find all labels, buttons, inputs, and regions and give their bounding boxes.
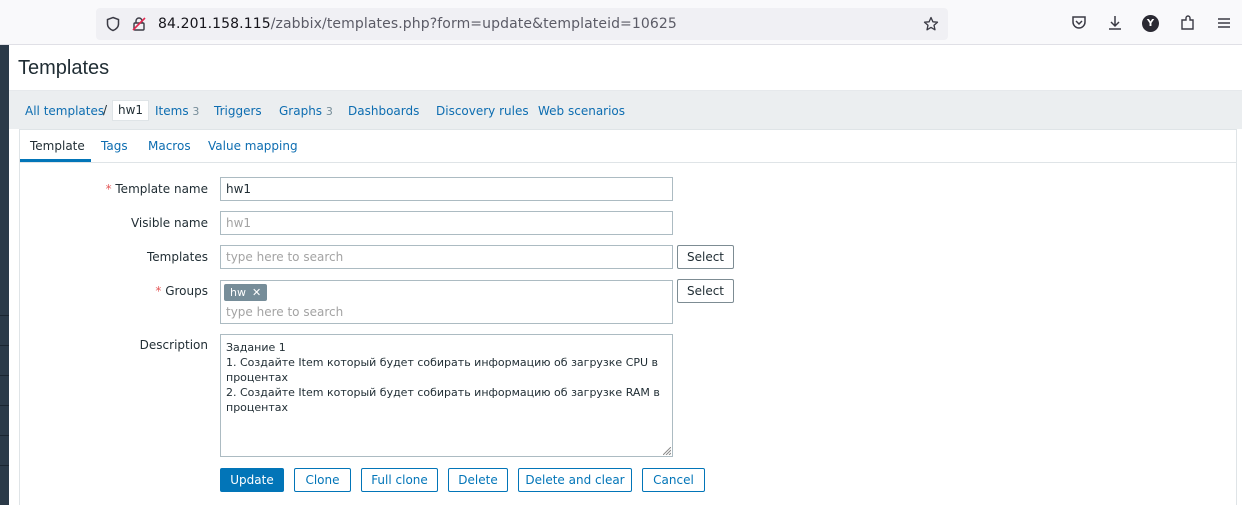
insecure-lock-icon[interactable] [131,16,147,32]
nav-dashboards[interactable]: Dashboards [348,104,419,118]
breadcrumb-separator: / [103,103,108,117]
visible-name-label: Visible name [130,216,208,230]
sidebar-strip [0,45,9,505]
sidebar-divider [0,315,9,316]
url-text: 84.201.158.115/zabbix/templates.php?form… [158,15,677,33]
shield-icon[interactable] [105,16,121,32]
sidebar-divider [0,345,9,346]
resize-grip-icon[interactable] [663,447,671,455]
menu-icon[interactable] [1215,14,1233,32]
tab-macros[interactable]: Macros [148,139,191,153]
nav-discovery-rules[interactable]: Discovery rules [436,104,529,118]
delete-and-clear-button[interactable]: Delete and clear [518,468,632,492]
address-bar[interactable]: 84.201.158.115/zabbix/templates.php?form… [96,8,948,40]
groups-search-input[interactable]: type here to search [226,305,343,319]
required-mark: * [105,182,112,196]
clone-button[interactable]: Clone [294,468,351,492]
sidebar-divider [0,465,9,466]
template-form: Template Tags Macros Value mapping * Tem… [19,129,1237,505]
full-clone-button[interactable]: Full clone [361,468,438,492]
visible-name-input[interactable]: hw1 [220,211,673,235]
extensions-icon[interactable] [1179,14,1197,32]
nav-graphs-count: 3 [325,105,333,118]
templates-search-input[interactable]: type here to search [220,245,673,269]
groups-multiselect[interactable]: hw ✕ type here to search [220,280,673,324]
page-header: Templates [9,45,1242,91]
downloads-icon[interactable] [1106,14,1124,32]
breadcrumb-all-templates[interactable]: All templates [25,104,104,118]
nav-triggers[interactable]: Triggers [214,104,262,118]
nav-items[interactable]: Items 3 [155,104,199,118]
page-title: Templates [18,57,110,79]
update-button[interactable]: Update [220,468,284,492]
tab-tags[interactable]: Tags [101,139,128,153]
template-name-input[interactable]: hw1 [220,177,673,201]
templates-select-button[interactable]: Select [677,245,734,269]
tab-template[interactable]: Template [30,139,85,153]
nav-graphs[interactable]: Graphs 3 [279,104,333,118]
sidebar-divider [0,405,9,406]
description-label: Description [139,338,208,352]
nav-web-scenarios[interactable]: Web scenarios [538,104,625,118]
groups-label: * Groups [155,284,208,298]
tab-value-mapping[interactable]: Value mapping [208,139,298,153]
groups-select-button[interactable]: Select [677,279,734,303]
breadcrumb: All templates / hw1 Items 3 Triggers Gra… [9,91,1242,129]
browser-toolbar: 84.201.158.115/zabbix/templates.php?form… [0,0,1242,45]
delete-button[interactable]: Delete [448,468,508,492]
group-chip-label: hw [230,286,246,299]
form-tabs: Template Tags Macros Value mapping [20,130,1236,163]
template-name-label-text: Template name [115,182,208,196]
description-text: Задание 1 1. Создайте Item который будет… [226,341,660,414]
group-chip-hw: hw ✕ [224,284,268,301]
active-tab-indicator [20,159,91,162]
nav-items-count: 3 [192,105,200,118]
pocket-icon[interactable] [1070,14,1088,32]
sidebar-divider [0,435,9,436]
required-mark: * [155,284,162,298]
nav-items-label: Items [155,104,189,118]
description-textarea[interactable]: Задание 1 1. Создайте Item который будет… [220,334,673,457]
cancel-button[interactable]: Cancel [642,468,705,492]
sidebar-divider [0,375,9,376]
groups-label-text: Groups [165,284,208,298]
account-icon[interactable]: Y [1142,15,1159,32]
nav-graphs-label: Graphs [279,104,323,118]
url-host: 84.201.158.115 [158,16,271,32]
template-name-label: * Template name [106,182,208,196]
templates-label: Templates [146,250,208,264]
bookmark-star-icon[interactable] [923,16,939,32]
breadcrumb-current-template[interactable]: hw1 [112,100,150,121]
url-path: /zabbix/templates.php?form=update&templa… [270,16,677,32]
remove-chip-icon[interactable]: ✕ [252,286,261,299]
